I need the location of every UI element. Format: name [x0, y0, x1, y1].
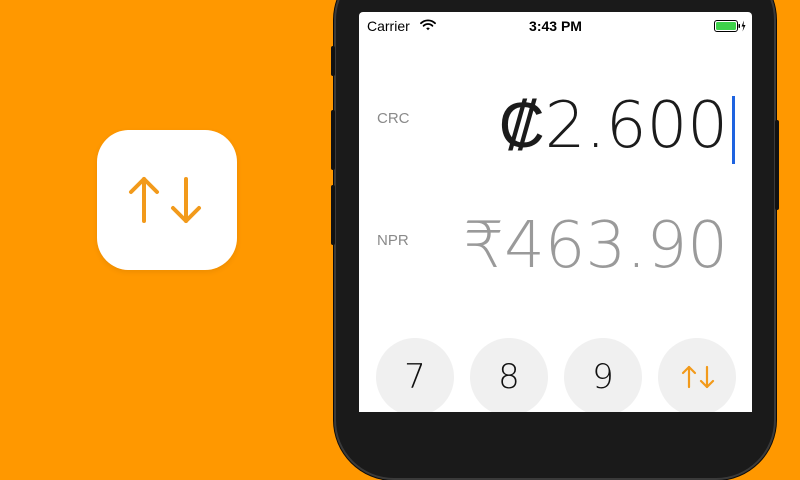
keypad-key-7[interactable]: 7 [376, 338, 454, 412]
mute-switch [331, 46, 335, 76]
from-currency-code[interactable]: CRC [377, 110, 410, 127]
swap-currencies-button[interactable] [658, 338, 736, 412]
from-amount[interactable]: ₡2.600 [499, 88, 728, 163]
app-screen: Carrier 3:43 PM CRC ₡2.600 NPR ₹463.90 7… [359, 12, 752, 412]
power-button [775, 120, 779, 210]
battery-icon [714, 20, 746, 32]
volume-up-button [331, 110, 335, 170]
status-bar: Carrier 3:43 PM [359, 12, 752, 40]
swap-arrows-icon [129, 177, 201, 223]
keypad-key-8[interactable]: 8 [470, 338, 548, 412]
to-amount[interactable]: ₹463.90 [463, 209, 728, 283]
status-time: 3:43 PM [529, 18, 582, 34]
to-currency-code[interactable]: NPR [377, 232, 409, 249]
swap-arrows-icon [681, 365, 715, 389]
volume-down-button [331, 185, 335, 245]
keypad-key-9[interactable]: 9 [564, 338, 642, 412]
app-icon [97, 130, 237, 270]
text-cursor [732, 96, 735, 164]
